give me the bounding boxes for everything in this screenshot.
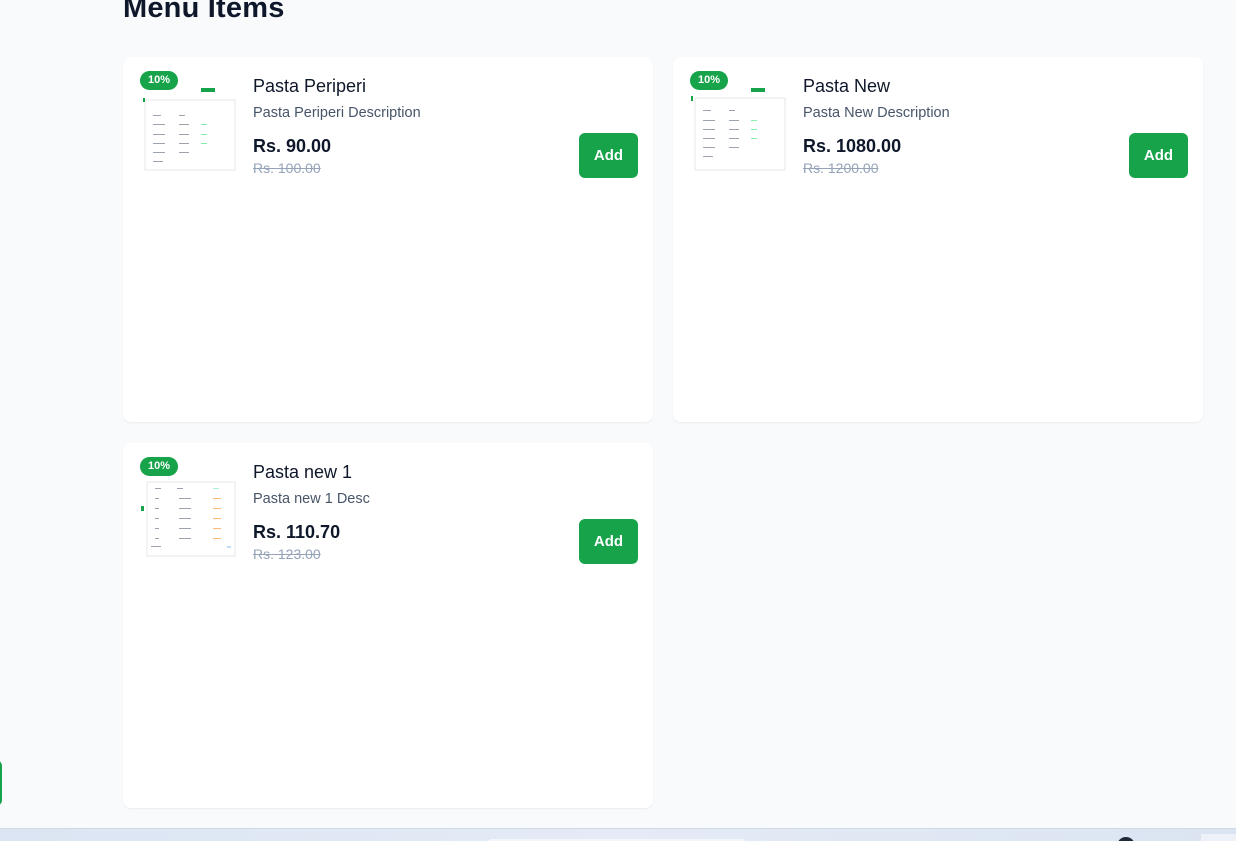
item-name: Pasta New <box>803 76 891 96</box>
add-button[interactable]: Add <box>579 133 638 178</box>
menu-item-card: 10% Pasta new 1 Pasta new 1 Desc Rs. 110… <box>123 443 653 808</box>
taskbar <box>0 828 1236 841</box>
floating-side-tab[interactable] <box>0 760 2 806</box>
item-description: Pasta Periperi Description <box>253 105 421 121</box>
discount-badge: 10% <box>690 71 729 90</box>
add-button[interactable]: Add <box>579 519 638 564</box>
menu-item-card: 10% Pasta Periperi Pasta Periperi Descri… <box>123 57 653 422</box>
item-price: Rs. 90.00 <box>253 136 332 156</box>
item-name: Pasta Periperi <box>253 76 367 96</box>
item-original-price: Rs. 123.00 <box>253 546 321 562</box>
system-tray <box>1201 834 1236 841</box>
taskbar-app-icon[interactable] <box>1117 837 1135 841</box>
page: Menu Items 10% Pasta Periperi Pasta Peri… <box>0 0 1236 841</box>
item-price: Rs. 110.70 <box>253 522 341 542</box>
item-name: Pasta new 1 <box>253 462 353 482</box>
discount-badge: 10% <box>140 71 179 90</box>
item-description: Pasta new 1 Desc <box>253 491 370 507</box>
item-original-price: Rs. 100.00 <box>253 160 321 176</box>
item-price: Rs. 1080.00 <box>803 136 902 156</box>
menu-item-card: 10% Pasta New Pasta New Description Rs. … <box>673 57 1203 422</box>
item-original-price: Rs. 1200.00 <box>803 160 879 176</box>
discount-badge: 10% <box>140 457 179 476</box>
page-title: Menu Items <box>123 0 285 24</box>
add-button[interactable]: Add <box>1129 133 1188 178</box>
item-description: Pasta New Description <box>803 105 950 121</box>
